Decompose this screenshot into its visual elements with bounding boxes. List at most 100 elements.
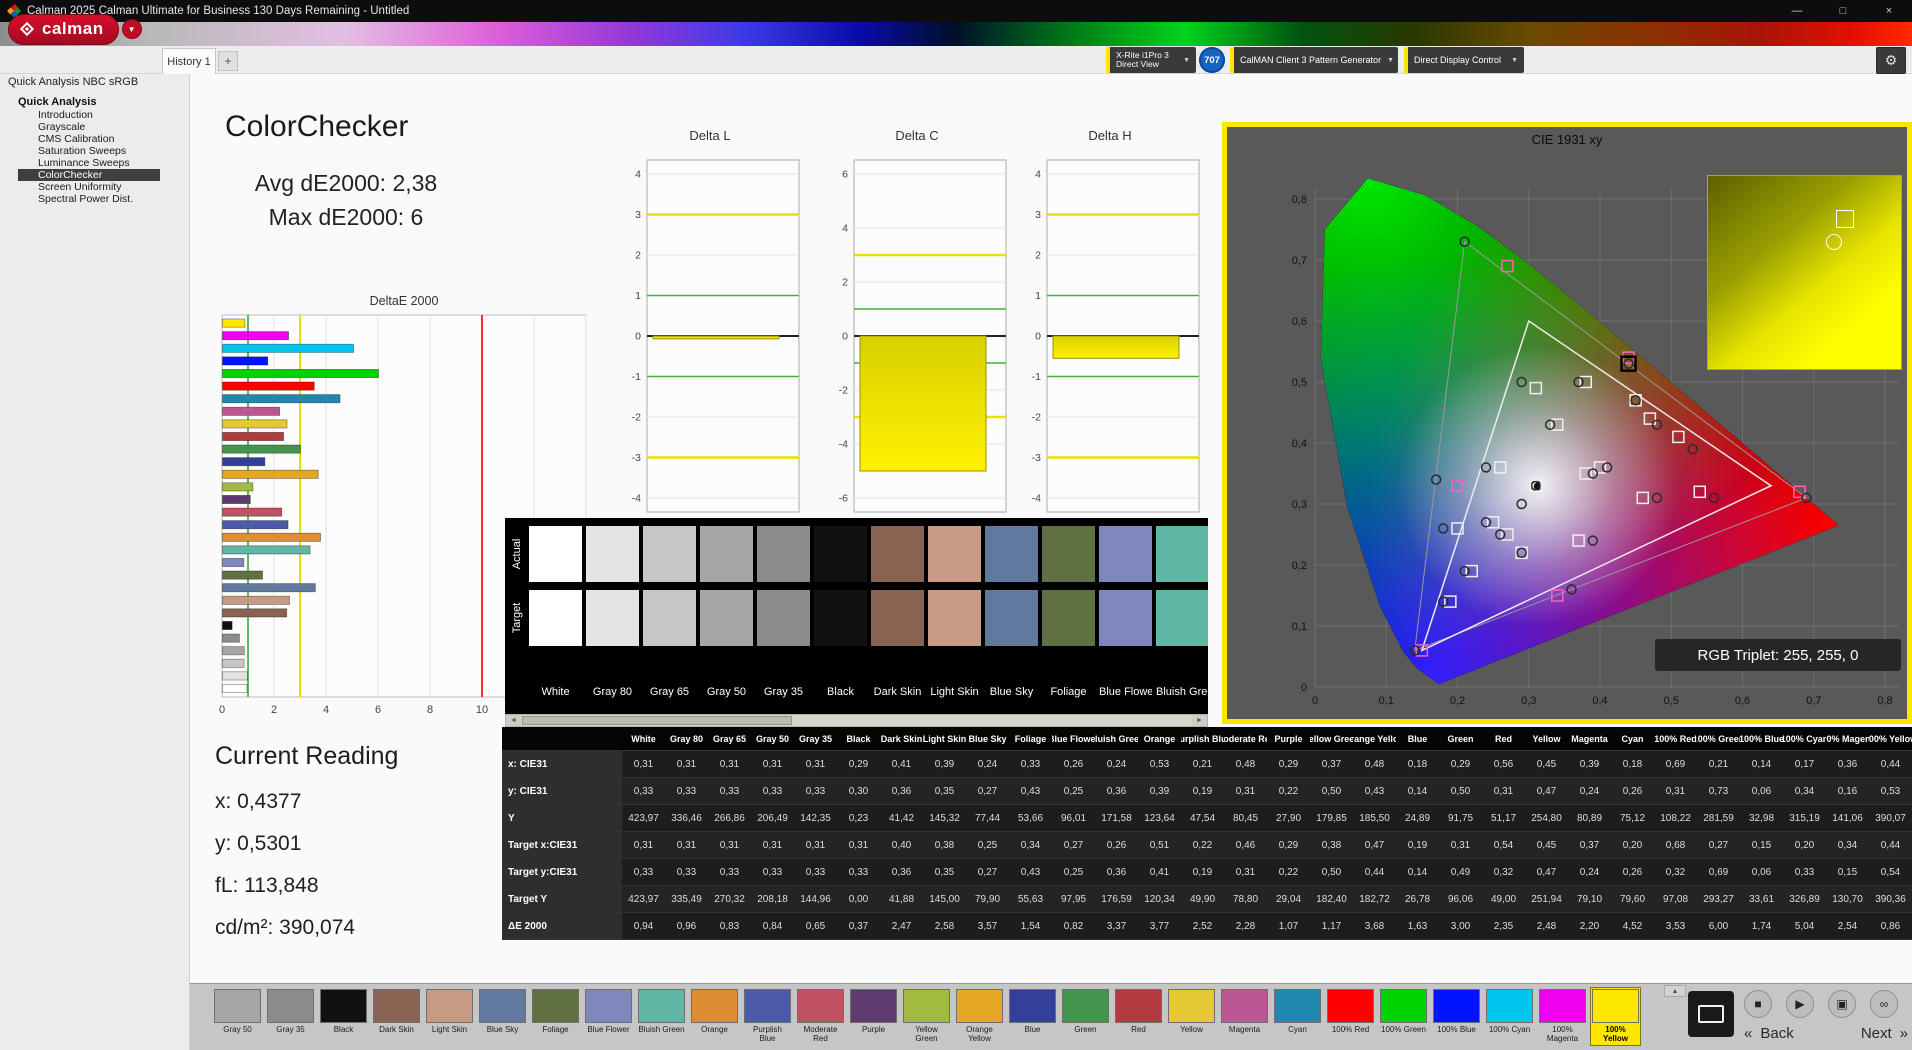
deltae-bar-gray-50 — [223, 647, 245, 655]
palette-tile-light-skin[interactable]: Light Skin — [425, 988, 474, 1045]
sidebar-item-spectral-power-dist-[interactable]: Spectral Power Dist. — [18, 193, 160, 205]
swatch-target-black — [814, 590, 867, 646]
palette-tile-dark-skin[interactable]: Dark Skin — [372, 988, 421, 1045]
table-cell: 0,21 — [1181, 751, 1224, 778]
table-col-header-magenta: Magenta — [1568, 727, 1611, 751]
display-control-dropdown[interactable]: Direct Display Control ▼ — [1404, 47, 1524, 73]
expand-panel-icon[interactable]: ▲ — [1664, 985, 1686, 997]
palette-tile-purple[interactable]: Purple — [849, 988, 898, 1045]
table-cell: 281,59 — [1697, 805, 1740, 832]
palette-tile-yellow[interactable]: Yellow — [1167, 988, 1216, 1045]
logo-menu-chevron-icon[interactable]: ▼ — [122, 19, 142, 39]
svg-text:4: 4 — [635, 169, 641, 181]
palette-tile-100-yellow[interactable]: 100% Yellow — [1591, 988, 1640, 1045]
settings-gear-icon[interactable]: ⚙ — [1876, 47, 1906, 74]
calman-logo-pill[interactable]: calman — [8, 14, 119, 45]
palette-tile-orange-yellow[interactable]: Orange Yellow — [955, 988, 1004, 1045]
deltae-bar-purple — [223, 495, 251, 503]
palette-tile-cyan[interactable]: Cyan — [1273, 988, 1322, 1045]
scroll-left-icon[interactable]: ◄ — [506, 715, 521, 726]
svg-text:2: 2 — [1035, 250, 1041, 262]
pattern-generator-dropdown[interactable]: CalMAN Client 3 Pattern Generator ▼ — [1230, 47, 1398, 73]
table-col-header-gray-50: Gray 50 — [751, 727, 794, 751]
table-cell: 0,45 — [1525, 751, 1568, 778]
table-cell: 0,33 — [708, 778, 751, 805]
sidebar-item-cms-calibration[interactable]: CMS Calibration — [18, 133, 160, 145]
palette-tile-100-green[interactable]: 100% Green — [1379, 988, 1428, 1045]
table-cell: 0,31 — [1224, 778, 1267, 805]
table-cell: 0,31 — [1439, 832, 1482, 859]
sidebar-item-introduction[interactable]: Introduction — [18, 109, 160, 121]
calman-logo[interactable]: calman ▼ — [8, 13, 142, 45]
sidebar-item-grayscale[interactable]: Grayscale — [18, 121, 160, 133]
tab-history-1[interactable]: History 1 — [162, 48, 216, 74]
table-cell: 55,63 — [1009, 886, 1052, 913]
swatch-target-blue-sky — [985, 590, 1038, 646]
palette-tile-100-magenta[interactable]: 100% Magenta — [1538, 988, 1587, 1045]
table-col-header-moderate-red: Moderate Red — [1224, 727, 1267, 751]
deltae-bar-dark-skin — [223, 609, 287, 617]
palette-tile-bluish-green[interactable]: Bluish Green — [637, 988, 686, 1045]
swatch-actual-dark-skin — [871, 526, 924, 582]
tree-root-quick-analysis[interactable]: Quick Analysis — [0, 96, 189, 109]
svg-text:8: 8 — [427, 704, 433, 716]
sidebar-item-luminance-sweeps[interactable]: Luminance Sweeps — [18, 157, 160, 169]
scroll-right-icon[interactable]: ► — [1192, 715, 1207, 726]
palette-tile-foliage[interactable]: Foliage — [531, 988, 580, 1045]
loop-button[interactable]: ∞ — [1870, 990, 1898, 1018]
table-col-header-bluish-green: Bluish Green — [1095, 727, 1138, 751]
swatch-target-dark-skin — [871, 590, 924, 646]
next-button[interactable]: Next » — [1861, 1025, 1908, 1042]
table-cell: 0,50 — [1310, 778, 1353, 805]
minimize-button[interactable]: — — [1774, 0, 1820, 22]
palette-tile-gray-35[interactable]: Gray 35 — [266, 988, 315, 1045]
sidebar-item-colorchecker[interactable]: ColorChecker — [18, 169, 160, 181]
palette-tile-blue[interactable]: Blue — [1008, 988, 1057, 1045]
table-cell: 182,40 — [1310, 886, 1353, 913]
snapshot-button[interactable]: ▣ — [1828, 990, 1856, 1018]
palette-tile-green[interactable]: Green — [1061, 988, 1110, 1045]
palette-tile-100-red[interactable]: 100% Red — [1326, 988, 1375, 1045]
swatch-actual-bluish-green — [1156, 526, 1208, 582]
meter-status-badge[interactable]: 707 — [1199, 47, 1225, 73]
palette-tile-gray-50[interactable]: Gray 50 — [213, 988, 262, 1045]
table-cell: 96,01 — [1052, 805, 1095, 832]
palette-tile-100-cyan[interactable]: 100% Cyan — [1485, 988, 1534, 1045]
palette-tile-black[interactable]: Black — [319, 988, 368, 1045]
palette-tile-magenta[interactable]: Magenta — [1220, 988, 1269, 1045]
svg-text:0,3: 0,3 — [1521, 695, 1536, 707]
palette-tile-100-blue[interactable]: 100% Blue — [1432, 988, 1481, 1045]
deltae-bar-bluish-green — [223, 546, 311, 554]
table-cell: 0,29 — [1267, 832, 1310, 859]
table-cell: 2,48 — [1525, 913, 1568, 940]
maximize-button[interactable]: □ — [1820, 0, 1866, 22]
add-tab-button[interactable]: + — [218, 51, 238, 71]
palette-swatch — [320, 989, 367, 1023]
back-button[interactable]: « Back — [1744, 1025, 1794, 1042]
scrollbar-thumb[interactable] — [522, 716, 792, 725]
palette-tile-blue-sky[interactable]: Blue Sky — [478, 988, 527, 1045]
table-cell: 0,20 — [1783, 832, 1826, 859]
palette-tile-purplish-blue[interactable]: Purplish Blue — [743, 988, 792, 1045]
deltae-bar-black — [223, 621, 233, 629]
stop-button[interactable]: ■ — [1744, 990, 1772, 1018]
palette-tile-yellow-green[interactable]: Yellow Green — [902, 988, 951, 1045]
play-button[interactable]: ▶ — [1786, 990, 1814, 1018]
swatch-scrollbar[interactable]: ◄ ► — [505, 714, 1208, 727]
table-cell: 0,94 — [622, 913, 665, 940]
table-cell: 0,33 — [665, 778, 708, 805]
meter-dropdown[interactable]: X-Rite i1Pro 3 Direct View ▼ — [1106, 47, 1196, 73]
colorchecker-table: WhiteGray 80Gray 65Gray 50Gray 35BlackDa… — [502, 727, 1912, 940]
palette-tile-moderate-red[interactable]: Moderate Red — [796, 988, 845, 1045]
palette-tile-red[interactable]: Red — [1114, 988, 1163, 1045]
display-pattern-button[interactable] — [1688, 991, 1734, 1037]
sidebar-item-screen-uniformity[interactable]: Screen Uniformity — [18, 181, 160, 193]
table-col-header-orange-yellow: Orange Yellow — [1353, 727, 1396, 751]
swatch-label-row: WhiteGray 80Gray 65Gray 50Gray 35BlackDa… — [529, 686, 1208, 698]
palette-tile-orange[interactable]: Orange — [690, 988, 739, 1045]
palette-tile-blue-flower[interactable]: Blue Flower — [584, 988, 633, 1045]
palette-tile-label: Gray 50 — [214, 1025, 261, 1044]
display-control-label: Direct Display Control — [1414, 55, 1501, 65]
close-button[interactable]: × — [1866, 0, 1912, 22]
sidebar-item-saturation-sweeps[interactable]: Saturation Sweeps — [18, 145, 160, 157]
